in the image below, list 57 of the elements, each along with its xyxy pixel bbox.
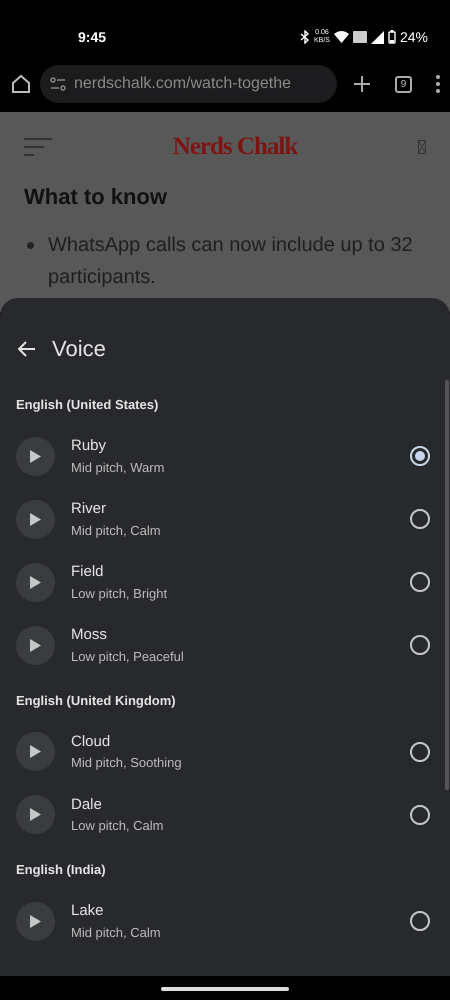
radio-button[interactable]: [410, 509, 430, 529]
address-bar[interactable]: nerdschalk.com/watch-togethe: [40, 65, 337, 103]
radio-button[interactable]: [410, 742, 430, 762]
play-icon: [30, 576, 41, 588]
voice-description: Mid pitch, Soothing: [71, 754, 183, 772]
play-button[interactable]: [16, 626, 55, 664]
radio-button[interactable]: [410, 911, 430, 931]
site-settings-icon[interactable]: [50, 77, 66, 91]
radio-button[interactable]: [410, 804, 430, 824]
voice-name: Lake: [71, 901, 105, 921]
voice-name: Cloud: [71, 732, 112, 752]
play-button[interactable]: [16, 562, 55, 602]
voice-name: Moss: [71, 625, 108, 645]
voice-name: River: [71, 499, 108, 519]
language-heading: English (United Kingdom): [15, 692, 177, 710]
voice-name: Field: [71, 562, 105, 582]
tab-switcher-button[interactable]: 9: [395, 76, 412, 92]
play-icon: [30, 638, 41, 652]
language-heading: English (India): [15, 861, 107, 879]
bluetooth-icon: [300, 30, 310, 44]
language-heading: English (United States): [15, 396, 160, 414]
play-icon: [30, 914, 41, 928]
voice-name: Dale: [71, 794, 103, 814]
voice-description: Low pitch, Calm: [71, 817, 164, 835]
wifi-icon: [334, 31, 349, 43]
article-heading: What to know: [24, 182, 168, 210]
clock-time: 9:45: [78, 28, 106, 46]
voice-description: Low pitch, Peaceful: [71, 648, 185, 666]
more-options-icon[interactable]: [436, 75, 440, 93]
play-icon: [30, 745, 41, 758]
play-icon: [30, 808, 41, 821]
voice-name: Ruby: [71, 436, 108, 456]
voice-description: Mid pitch, Warm: [71, 458, 166, 477]
battery-percentage: 24%: [400, 28, 428, 46]
play-icon: [30, 450, 41, 462]
play-button[interactable]: [16, 436, 55, 476]
voice-description: Mid pitch, Calm: [71, 924, 162, 942]
play-button[interactable]: [16, 902, 55, 940]
voice-description: Low pitch, Bright: [71, 584, 168, 603]
radio-button[interactable]: [410, 446, 430, 466]
play-button[interactable]: [16, 795, 55, 834]
play-icon: [30, 512, 41, 526]
scrollbar[interactable]: [445, 380, 449, 790]
battery-icon: [388, 30, 396, 44]
voice-description: Mid pitch, Calm: [71, 522, 162, 540]
back-arrow-icon[interactable]: [18, 340, 36, 356]
new-tab-icon[interactable]: [353, 75, 371, 93]
signal-icon: [370, 30, 384, 44]
radio-button[interactable]: [410, 572, 430, 592]
play-button[interactable]: [16, 500, 55, 538]
play-button[interactable]: [16, 732, 55, 771]
gesture-handle[interactable]: [161, 987, 289, 991]
radio-button[interactable]: [410, 635, 430, 655]
home-icon[interactable]: [10, 73, 32, 95]
bullet-text: WhatsApp calls can now include up to 32 participants.: [48, 234, 413, 288]
sheet-title: Voice: [52, 335, 106, 363]
bullet-icon: [27, 242, 34, 248]
